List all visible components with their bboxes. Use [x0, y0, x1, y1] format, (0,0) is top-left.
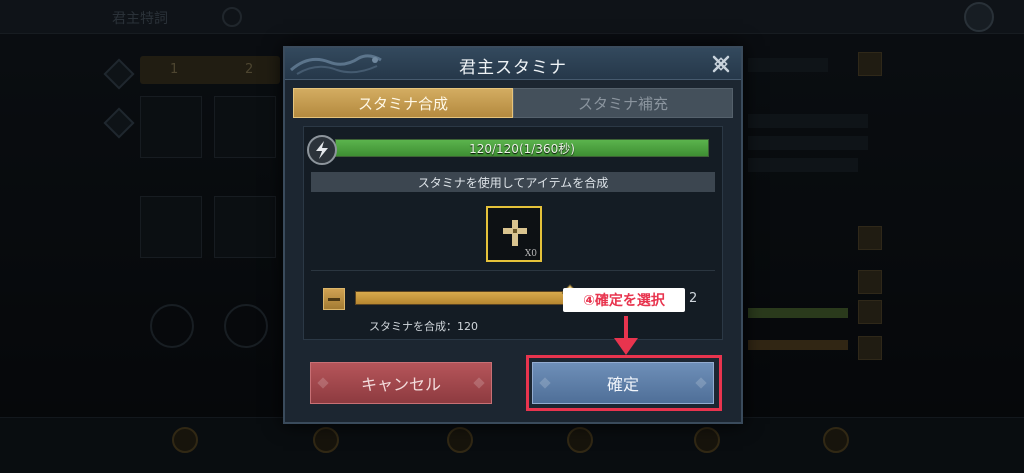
close-icon: [712, 55, 730, 73]
annotation-highlight-box: [526, 355, 722, 411]
dialog-tabs: スタミナ合成 スタミナ補充: [293, 88, 733, 118]
dialog-header: 君主スタミナ: [285, 48, 741, 80]
cancel-button[interactable]: キャンセル: [310, 362, 492, 404]
close-button[interactable]: [709, 52, 733, 76]
button-ornament: [473, 377, 485, 389]
quantity-slider[interactable]: [355, 291, 581, 305]
divider: [311, 270, 715, 271]
tab-stamina-refill[interactable]: スタミナ補充: [513, 88, 733, 118]
stamina-dialog: 君主スタミナ スタミナ合成 スタミナ補充 120/120(1/360秒) スタミ…: [283, 46, 743, 424]
item-count: X0: [524, 249, 537, 259]
cross-icon: [503, 220, 527, 246]
tab-stamina-combine[interactable]: スタミナ合成: [293, 88, 513, 118]
stamina-value: 120/120(1/360秒): [469, 141, 575, 156]
combine-stamina-label: スタミナを合成：120: [369, 320, 478, 333]
cancel-button-label: キャンセル: [360, 375, 441, 394]
item-slot[interactable]: X0: [486, 206, 542, 262]
decrease-button[interactable]: [323, 288, 345, 310]
annotation-callout: ④確定を選択: [563, 288, 685, 312]
dialog-title: 君主スタミナ: [459, 58, 567, 78]
slider-max-value: 2: [689, 291, 698, 306]
section-header: スタミナを使用してアイテムを合成: [311, 172, 715, 192]
minus-icon: [328, 297, 340, 301]
button-ornament: [317, 377, 329, 389]
stamina-bar: 120/120(1/360秒): [335, 139, 709, 157]
lightning-icon: [307, 135, 337, 165]
annotation-arrow-icon: [614, 316, 638, 355]
